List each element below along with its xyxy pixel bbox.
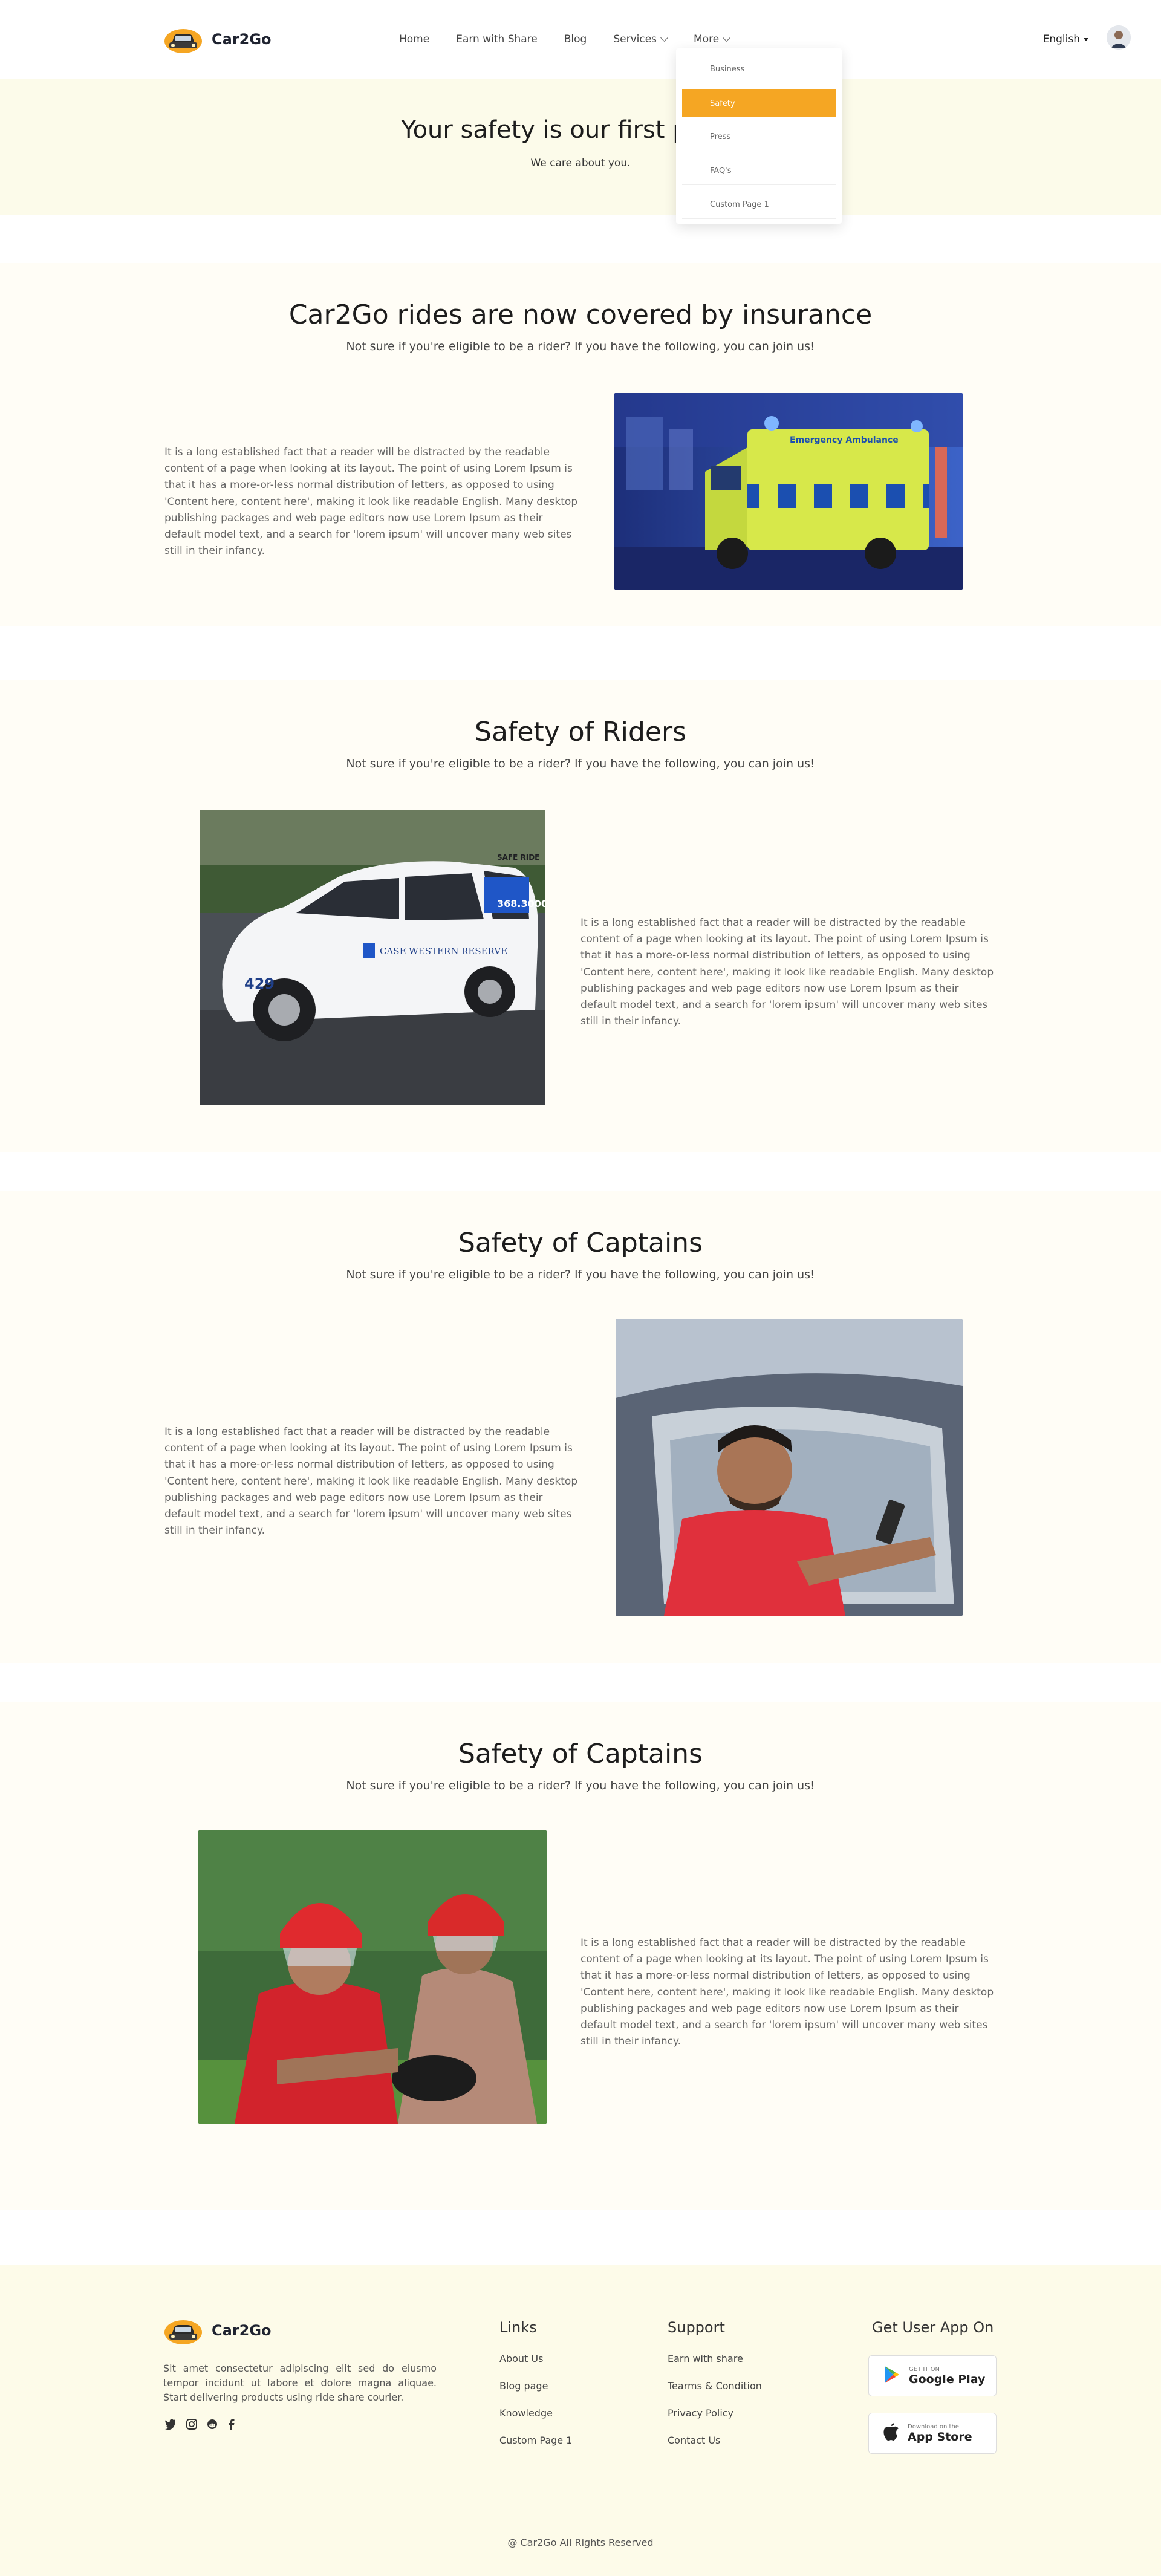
footer-support-column: Support Earn with share Tearms & Conditi… — [668, 2319, 762, 2462]
section-subtitle: Not sure if you're eligible to be a ride… — [346, 1268, 815, 1281]
car-logo-icon — [163, 25, 203, 53]
motorbike-riders-image — [198, 1830, 547, 2124]
section-text: It is a long established fact that a rea… — [580, 1937, 994, 2048]
app-store-label: App Store — [908, 2430, 972, 2444]
chevron-down-icon — [723, 34, 731, 42]
apple-icon — [883, 2423, 899, 2444]
footer-link-privacy-policy[interactable]: Privacy Policy — [668, 2407, 762, 2419]
section-safety-captains-2: Safety of Captains Not sure if you're el… — [0, 1702, 1161, 2210]
footer-apps-title: Get User App On — [872, 2319, 994, 2336]
language-selector[interactable]: English — [1043, 0, 1088, 79]
section-safety-riders: Safety of Riders Not sure if you're elig… — [0, 680, 1161, 1152]
footer-link-about-us[interactable]: About Us — [499, 2353, 572, 2364]
taxi-number: 429 — [244, 975, 275, 992]
footer-link-custom-page-1[interactable]: Custom Page 1 — [499, 2435, 572, 2446]
section-text: It is a long established fact that a rea… — [164, 1426, 578, 1537]
taxi-image: CASE WESTERN RESERVE 429 368.3000 SAFE R… — [200, 810, 545, 1105]
google-play-small: GET IT ON — [909, 2366, 940, 2373]
hero-banner: Your safety is our first priority We car… — [0, 79, 1161, 215]
section-text: It is a long established fact that a rea… — [580, 917, 994, 1028]
menu-item-press[interactable]: Press — [682, 123, 836, 151]
section-insurance: Car2Go rides are now covered by insuranc… — [0, 263, 1161, 626]
language-label: English — [1042, 33, 1080, 45]
chevron-down-icon — [660, 34, 668, 42]
footer-link-terms[interactable]: Tearms & Condition — [668, 2380, 762, 2392]
footer-link-earn-with-share[interactable]: Earn with share — [668, 2353, 762, 2364]
taxi-brand: CASE WESTERN RESERVE — [380, 946, 507, 957]
taxi-phone: 368.3000 — [497, 898, 545, 909]
footer-link-knowledge[interactable]: Knowledge — [499, 2407, 572, 2419]
section-subtitle: Not sure if you're eligible to be a ride… — [346, 1779, 815, 1792]
section-title: Safety of Captains — [458, 1228, 703, 1258]
nav-blog[interactable]: Blog — [564, 33, 587, 45]
facebook-icon[interactable] — [227, 2419, 235, 2433]
header-inner: Car2Go Home Earn with Share Blog Service… — [163, 0, 998, 79]
nav-more-label: More — [694, 33, 720, 45]
car-logo-icon — [163, 2317, 203, 2344]
section-title: Car2Go rides are now covered by insuranc… — [288, 299, 873, 330]
nav-home[interactable]: Home — [399, 33, 429, 45]
more-dropdown-menu: Business Safety Press FAQ's Custom Page … — [676, 48, 842, 224]
menu-item-business[interactable]: Business — [682, 56, 836, 83]
footer-link-blog-page[interactable]: Blog page — [499, 2380, 572, 2392]
logo[interactable]: Car2Go — [163, 25, 272, 53]
nav-earn-with-share[interactable]: Earn with Share — [456, 33, 538, 45]
nav-home-label: Home — [399, 33, 430, 45]
section-subtitle: Not sure if you're eligible to be a ride… — [346, 340, 815, 353]
page-subtitle: We care about you. — [530, 157, 631, 169]
app-store-small: Download on the — [908, 2423, 959, 2430]
footer-logo[interactable]: Car2Go — [163, 2317, 272, 2344]
footer-link-contact-us[interactable]: Contact Us — [668, 2435, 762, 2446]
nav-services[interactable]: Services — [613, 33, 668, 45]
google-play-icon — [883, 2366, 900, 2386]
instagram-icon[interactable] — [186, 2419, 197, 2433]
section-safety-captains: Safety of Captains Not sure if you're el… — [0, 1191, 1161, 1663]
reddit-icon[interactable] — [207, 2419, 218, 2433]
section-subtitle: Not sure if you're eligible to be a ride… — [346, 757, 815, 770]
menu-item-custom-page-1[interactable]: Custom Page 1 — [682, 191, 836, 219]
google-play-label: Google Play — [909, 2372, 986, 2386]
footer-support-title: Support — [668, 2319, 725, 2336]
ambulance-image: Emergency Ambulance — [614, 393, 963, 590]
nav-earn-label: Earn with Share — [456, 33, 538, 45]
footer-description: Sit amet consectetur adipiscing elit sed… — [163, 2363, 437, 2403]
ambulance-label: Emergency Ambulance — [790, 435, 899, 445]
section-title: Safety of Riders — [475, 717, 686, 747]
social-links — [164, 2419, 235, 2433]
section-title: Safety of Captains — [458, 1738, 703, 1769]
menu-item-faqs[interactable]: FAQ's — [682, 157, 836, 185]
avatar[interactable] — [1107, 25, 1131, 50]
nav-services-label: Services — [613, 33, 657, 45]
header: Car2Go Home Earn with Share Blog Service… — [0, 0, 1161, 224]
footer-brand-name: Car2Go — [212, 2322, 272, 2339]
footer: Car2Go Sit amet consectetur adipiscing e… — [0, 2265, 1161, 2576]
nav-more[interactable]: More — [694, 33, 731, 45]
footer-apps-column: Get User App On — [872, 2319, 994, 2353]
google-play-button[interactable]: GET IT ON Google Play — [868, 2355, 997, 2396]
page-title: Your safety is our first priority — [401, 116, 760, 144]
driver-image — [616, 1319, 963, 1616]
menu-item-safety[interactable]: Safety — [682, 89, 836, 117]
taxi-sign: SAFE RIDE — [497, 853, 539, 862]
brand-name: Car2Go — [212, 31, 272, 48]
app-store-button[interactable]: Download on the App Store — [868, 2413, 997, 2454]
twitter-icon[interactable] — [164, 2419, 177, 2433]
copyright: @ Car2Go All Rights Reserved — [507, 2537, 654, 2548]
nav-blog-label: Blog — [564, 33, 587, 45]
footer-links-title: Links — [499, 2319, 537, 2336]
footer-links-column: Links About Us Blog page Knowledge Custo… — [499, 2319, 572, 2462]
caret-down-icon — [1084, 37, 1088, 41]
section-text: It is a long established fact that a rea… — [164, 446, 578, 558]
